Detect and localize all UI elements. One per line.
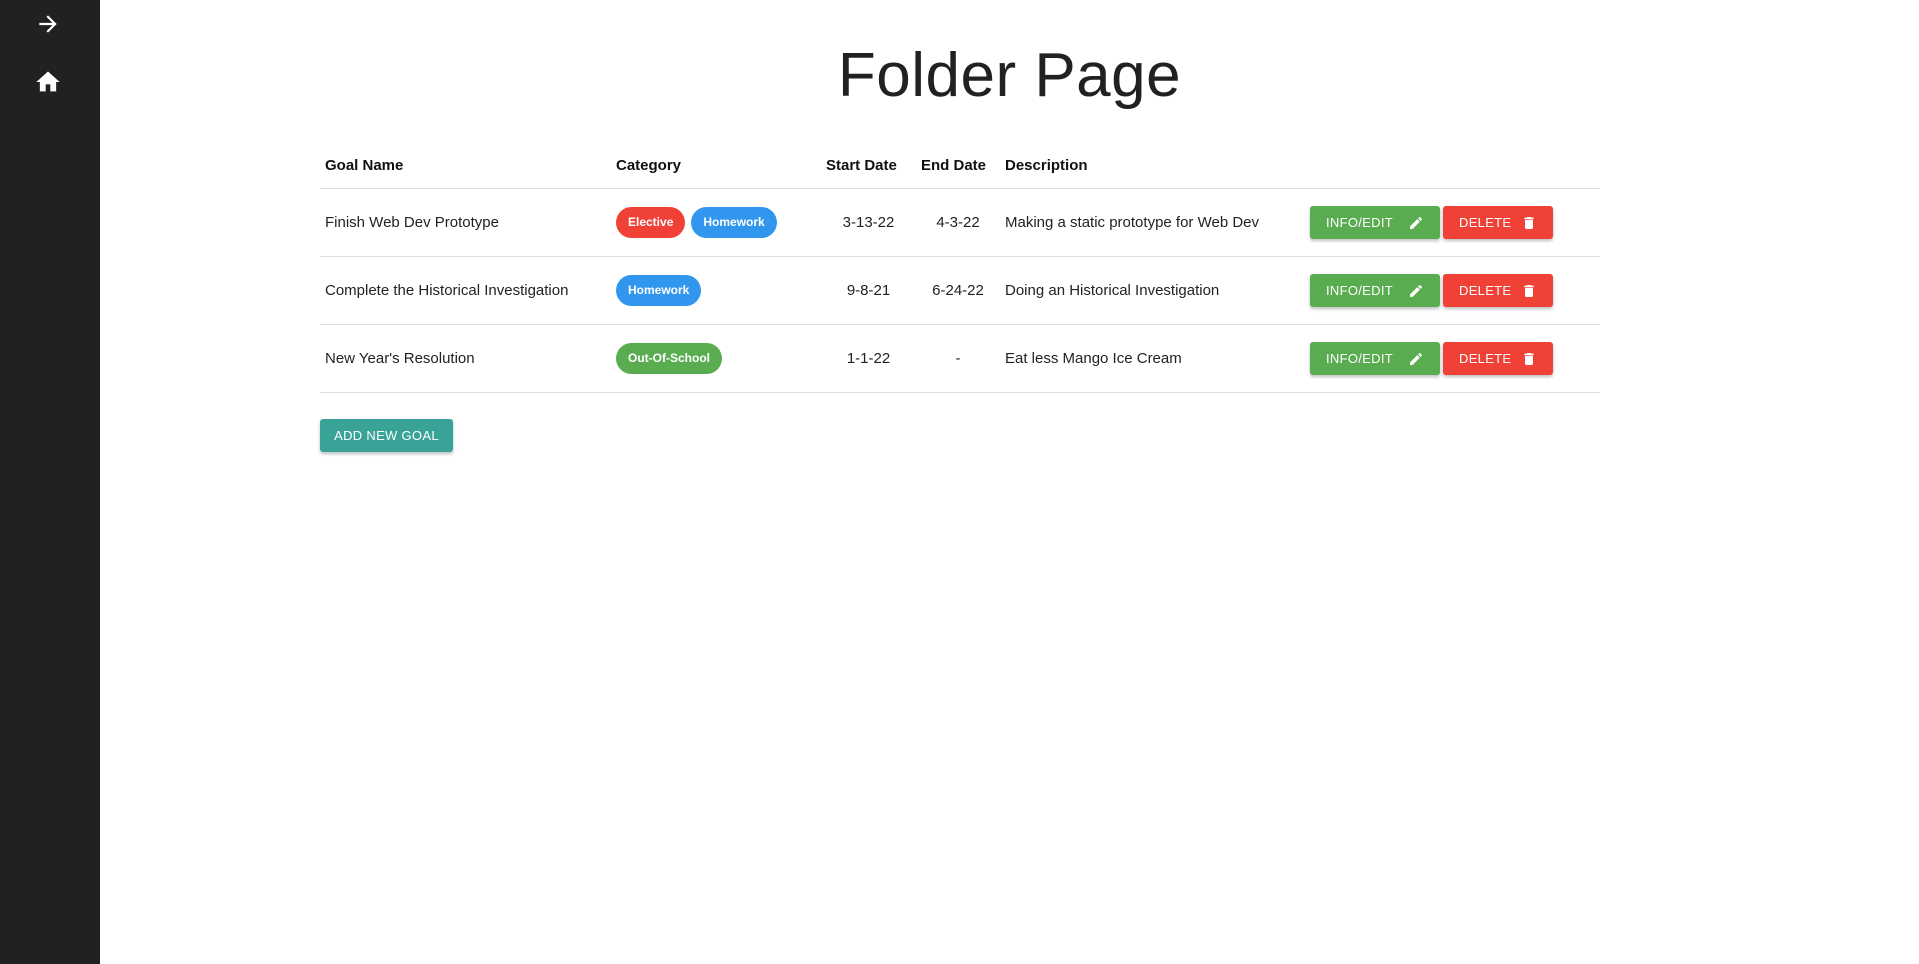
sidebar xyxy=(0,0,100,964)
goal-name-cell: New Year's Resolution xyxy=(320,324,611,393)
home-button[interactable] xyxy=(30,64,66,100)
category-chip[interactable]: Homework xyxy=(691,207,777,238)
pencil-icon xyxy=(1410,284,1423,297)
delete-label: DELETE xyxy=(1459,215,1512,230)
delete-button[interactable]: DELETE xyxy=(1443,206,1553,239)
start-date-cell: 3-13-22 xyxy=(821,188,916,257)
goals-table: Goal Name Category Start Date End Date D… xyxy=(320,142,1600,393)
header-actions xyxy=(1305,142,1600,189)
end-date-cell: 4-3-22 xyxy=(916,188,1000,257)
actions-cell: INFO/EDIT DELETE xyxy=(1305,256,1600,325)
trash-icon xyxy=(1524,352,1534,365)
page-title: Folder Page xyxy=(837,41,1182,110)
info-edit-button[interactable]: INFO/EDIT xyxy=(1310,274,1440,307)
category-cell: Elective Homework xyxy=(611,188,821,257)
info-edit-label: INFO/EDIT xyxy=(1326,283,1393,298)
delete-button[interactable]: DELETE xyxy=(1443,274,1553,307)
info-edit-label: INFO/EDIT xyxy=(1326,351,1393,366)
start-date-cell: 1-1-22 xyxy=(821,324,916,393)
category-chip[interactable]: Elective xyxy=(616,207,686,238)
main-content: Folder Page Goal Name Category Start Dat… xyxy=(100,0,1919,964)
table-header-row: Goal Name Category Start Date End Date D… xyxy=(320,142,1600,189)
category-cell: Out-Of-School xyxy=(611,324,821,393)
info-edit-label: INFO/EDIT xyxy=(1326,215,1393,230)
goal-rows: Finish Web Dev Prototype Elective Homewor… xyxy=(320,188,1600,393)
actions-cell: INFO/EDIT DELETE xyxy=(1305,188,1600,257)
header-goal-name: Goal Name xyxy=(320,142,611,189)
pencil-icon xyxy=(1410,352,1423,365)
arrow-right-icon xyxy=(39,15,57,33)
table-row: Finish Web Dev Prototype Elective Homewor… xyxy=(320,188,1600,257)
end-date-cell: - xyxy=(916,324,1000,393)
header-description: Description xyxy=(1000,142,1305,189)
header-start-date: Start Date xyxy=(821,142,916,189)
delete-button[interactable]: DELETE xyxy=(1443,342,1553,375)
description-cell: Eat less Mango Ice Cream xyxy=(1000,324,1305,393)
description-cell: Doing an Historical Investigation xyxy=(1000,256,1305,325)
header-end-date: End Date xyxy=(916,142,1000,189)
table-row: Complete the Historical Investigation Ho… xyxy=(320,256,1600,325)
trash-icon xyxy=(1524,284,1534,297)
add-new-goal-button[interactable]: ADD NEW GOAL xyxy=(320,419,453,452)
pencil-icon xyxy=(1410,216,1423,229)
info-edit-button[interactable]: INFO/EDIT xyxy=(1310,342,1440,375)
category-chip[interactable]: Out-Of-School xyxy=(616,343,722,374)
trash-icon xyxy=(1524,216,1534,229)
goal-name-cell: Finish Web Dev Prototype xyxy=(320,188,611,257)
goals-table-container: Goal Name Category Start Date End Date D… xyxy=(320,142,1600,393)
home-icon xyxy=(36,71,60,92)
description-cell: Making a static prototype for Web Dev xyxy=(1000,188,1305,257)
delete-label: DELETE xyxy=(1459,283,1512,298)
category-chip[interactable]: Homework xyxy=(616,275,702,306)
start-date-cell: 9-8-21 xyxy=(821,256,916,325)
table-row: New Year's Resolution Out-Of-School 1-1-… xyxy=(320,324,1600,393)
goal-name-cell: Complete the Historical Investigation xyxy=(320,256,611,325)
info-edit-button[interactable]: INFO/EDIT xyxy=(1310,206,1440,239)
end-date-cell: 6-24-22 xyxy=(916,256,1000,325)
header-category: Category xyxy=(611,142,821,189)
category-cell: Homework xyxy=(611,256,821,325)
delete-label: DELETE xyxy=(1459,351,1512,366)
expand-sidebar-button[interactable] xyxy=(30,6,66,42)
actions-cell: INFO/EDIT DELETE xyxy=(1305,324,1600,393)
